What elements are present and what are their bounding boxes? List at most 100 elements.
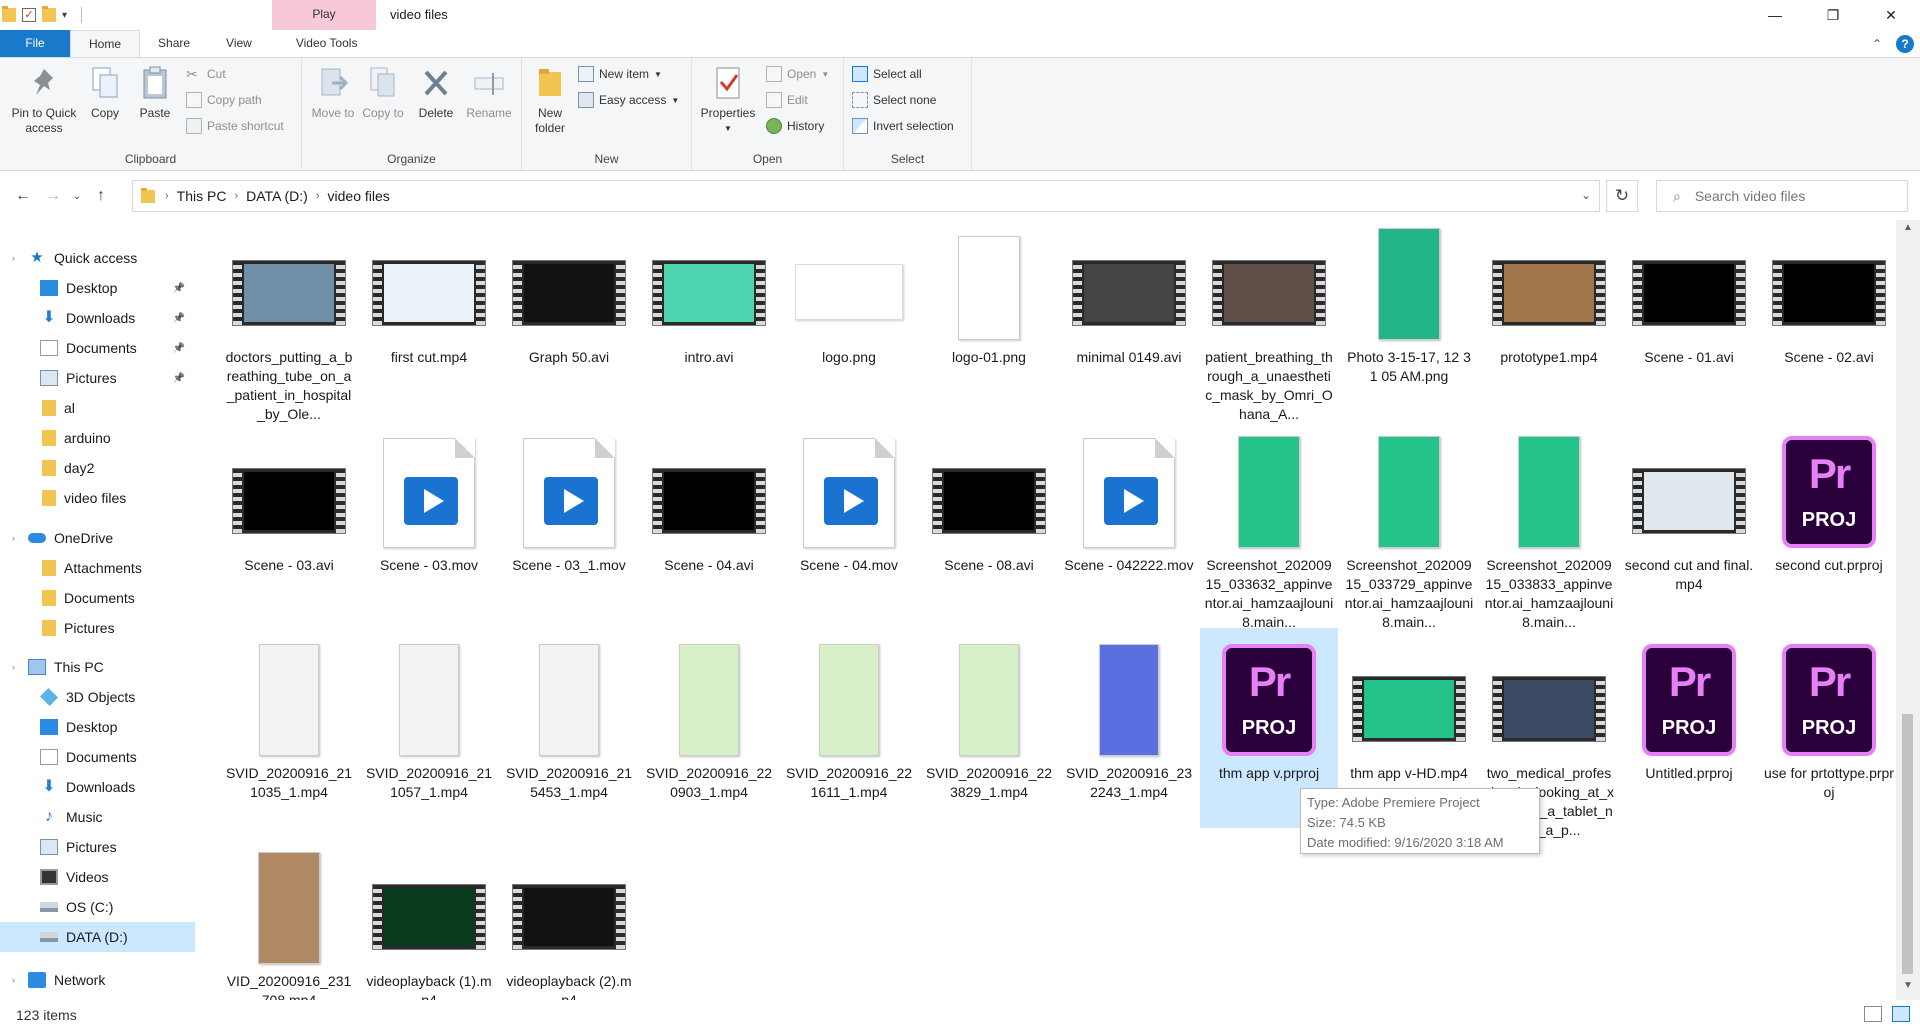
paste-button[interactable]: Paste — [132, 64, 178, 121]
chevron-right-icon[interactable]: › — [316, 190, 320, 202]
file-item[interactable]: logo-01.png — [920, 220, 1058, 412]
search-input[interactable]: ⌕ Search video files — [1656, 180, 1908, 212]
file-item[interactable]: Scene - 03.mov — [360, 420, 498, 620]
file-item[interactable]: logo.png — [780, 220, 918, 412]
file-item[interactable]: videoplayback (2).mp4 — [500, 836, 638, 1000]
qat-dropdown-icon[interactable]: ▾ — [62, 10, 67, 21]
tab-file[interactable]: File — [0, 30, 70, 57]
nav-quick-access[interactable]: › ★ Quick access — [0, 243, 195, 273]
close-button[interactable]: ✕ — [1862, 0, 1920, 30]
minimize-button[interactable]: — — [1746, 0, 1804, 30]
scrollbar-thumb[interactable] — [1902, 714, 1913, 974]
file-item[interactable]: second cut and final.mp4 — [1620, 420, 1758, 620]
properties-button[interactable]: Properties ▼ — [698, 64, 758, 136]
invert-selection-button[interactable]: Invert selection — [852, 116, 954, 136]
file-item[interactable]: Pr PROJ Untitled.prproj — [1620, 628, 1758, 828]
nav-pc-videos[interactable]: Videos — [0, 862, 195, 892]
file-item[interactable]: Screenshot_20200915_033729_appinventor.a… — [1340, 420, 1478, 630]
file-item[interactable]: minimal 0149.avi — [1060, 220, 1198, 412]
details-view-icon[interactable] — [1864, 1006, 1882, 1022]
file-item[interactable]: Pr PROJ use for prtottype.prproj — [1760, 628, 1896, 828]
large-icons-view-icon[interactable] — [1892, 1006, 1910, 1022]
file-item[interactable]: first cut.mp4 — [360, 220, 498, 412]
nav-quick-day2[interactable]: day2 — [0, 453, 195, 483]
nav-pc-downloads[interactable]: ⬇ Downloads — [0, 772, 195, 802]
nav-onedrive-pictures[interactable]: Pictures — [0, 613, 195, 643]
help-icon[interactable]: ? — [1896, 34, 1914, 53]
nav-network[interactable]: › Network — [0, 965, 195, 995]
expand-chevron-icon[interactable]: › — [12, 253, 15, 263]
history-button[interactable]: History — [766, 116, 824, 136]
nav-quick-downloads[interactable]: ⬇ Downloads 📌 — [0, 303, 195, 333]
collapse-ribbon-icon[interactable]: ⌃ — [1872, 37, 1882, 51]
expand-chevron-icon[interactable]: › — [12, 662, 15, 672]
refresh-button[interactable]: ↻ — [1606, 180, 1638, 212]
chevron-right-icon[interactable]: › — [165, 190, 169, 202]
tab-view[interactable]: View — [208, 30, 270, 57]
file-item[interactable]: SVID_20200916_215453_1.mp4 — [500, 628, 638, 828]
file-item[interactable]: Scene - 03_1.mov — [500, 420, 638, 620]
file-item[interactable]: Pr PROJ second cut.prproj — [1760, 420, 1896, 620]
file-item[interactable]: Scene - 042222.mov — [1060, 420, 1198, 620]
file-item[interactable]: Screenshot_20200915_033833_appinventor.a… — [1480, 420, 1618, 630]
file-item[interactable]: SVID_20200916_220903_1.mp4 — [640, 628, 778, 828]
address-dropdown-icon[interactable]: ⌄ — [1581, 188, 1591, 202]
nav-quick-pictures[interactable]: Pictures 📌 — [0, 363, 195, 393]
new-folder-button[interactable]: New folder — [528, 64, 572, 136]
restore-button[interactable]: ❐ — [1804, 0, 1862, 30]
file-item[interactable]: patient_breathing_through_a_unaesthetic_… — [1200, 220, 1338, 422]
copy-path-button[interactable]: Copy path — [186, 90, 262, 110]
file-item[interactable]: Photo 3-15-17, 12 31 05 AM.png — [1340, 220, 1478, 412]
copy-button[interactable]: Copy — [84, 64, 126, 121]
nav-pc-data-d[interactable]: DATA (D:) — [0, 922, 195, 952]
nav-onedrive[interactable]: › OneDrive — [0, 523, 195, 553]
cut-button[interactable]: ✂ Cut — [186, 64, 226, 84]
file-item[interactable]: VID_20200916_231708.mp4 — [220, 836, 358, 1000]
nav-onedrive-documents[interactable]: Documents — [0, 583, 195, 613]
nav-quick-desktop[interactable]: Desktop 📌 — [0, 273, 195, 303]
file-item[interactable]: Scene - 04.avi — [640, 420, 778, 620]
nav-pc-desktop[interactable]: Desktop — [0, 712, 195, 742]
forward-arrow-icon[interactable]: → — [38, 187, 68, 205]
file-item[interactable]: prototype1.mp4 — [1480, 220, 1618, 412]
breadcrumb-this-pc[interactable]: This PC — [177, 188, 227, 204]
nav-pc-os-c[interactable]: OS (C:) — [0, 892, 195, 922]
delete-button[interactable]: Delete — [414, 64, 458, 121]
breadcrumb-data-drive[interactable]: DATA (D:) — [246, 188, 308, 204]
vertical-scrollbar[interactable]: ▲ ▼ — [1896, 220, 1920, 1000]
file-item[interactable]: doctors_putting_a_breathing_tube_on_a_pa… — [220, 220, 358, 422]
up-arrow-icon[interactable]: ↑ — [86, 187, 116, 205]
address-box[interactable]: › This PC › DATA (D:) › video files ⌄ — [132, 180, 1600, 212]
file-item[interactable]: SVID_20200916_223829_1.mp4 — [920, 628, 1058, 828]
nav-pc-music[interactable]: ♪ Music — [0, 802, 195, 832]
file-item[interactable]: SVID_20200916_211057_1.mp4 — [360, 628, 498, 828]
nav-quick-documents[interactable]: Documents 📌 — [0, 333, 195, 363]
new-item-button[interactable]: New item ▼ — [578, 64, 662, 84]
back-arrow-icon[interactable]: ← — [8, 187, 38, 205]
paste-shortcut-button[interactable]: Paste shortcut — [186, 116, 284, 136]
scroll-down-icon[interactable]: ▼ — [1896, 980, 1920, 998]
file-item[interactable]: intro.avi — [640, 220, 778, 412]
file-item[interactable]: Scene - 03.avi — [220, 420, 358, 620]
file-item[interactable]: Screenshot_20200915_033632_appinventor.a… — [1200, 420, 1338, 630]
file-item[interactable]: SVID_20200916_232243_1.mp4 — [1060, 628, 1198, 828]
expand-chevron-icon[interactable]: › — [12, 975, 15, 985]
nav-pc-pictures[interactable]: Pictures — [0, 832, 195, 862]
edit-button[interactable]: Edit — [766, 90, 808, 110]
file-item[interactable]: Scene - 02.avi — [1760, 220, 1896, 412]
rename-button[interactable]: Rename — [462, 64, 516, 121]
recent-locations-icon[interactable]: ⌄ — [68, 191, 86, 202]
nav-quick-al[interactable]: al — [0, 393, 195, 423]
select-none-button[interactable]: Select none — [852, 90, 936, 110]
select-all-button[interactable]: Select all — [852, 64, 922, 84]
nav-this-pc[interactable]: › This PC — [0, 652, 195, 682]
open-button[interactable]: Open ▼ — [766, 64, 829, 84]
pin-quick-access-button[interactable]: Pin to Quick access — [6, 64, 82, 136]
file-item[interactable]: Graph 50.avi — [500, 220, 638, 412]
nav-pc-3d-objects[interactable]: 3D Objects — [0, 682, 195, 712]
expand-chevron-icon[interactable]: › — [12, 533, 15, 543]
nav-quick-video-files[interactable]: video files — [0, 483, 195, 513]
tab-video-tools[interactable]: Video Tools — [270, 30, 376, 57]
tab-share[interactable]: Share — [140, 30, 208, 57]
file-item[interactable]: SVID_20200916_211035_1.mp4 — [220, 628, 358, 828]
